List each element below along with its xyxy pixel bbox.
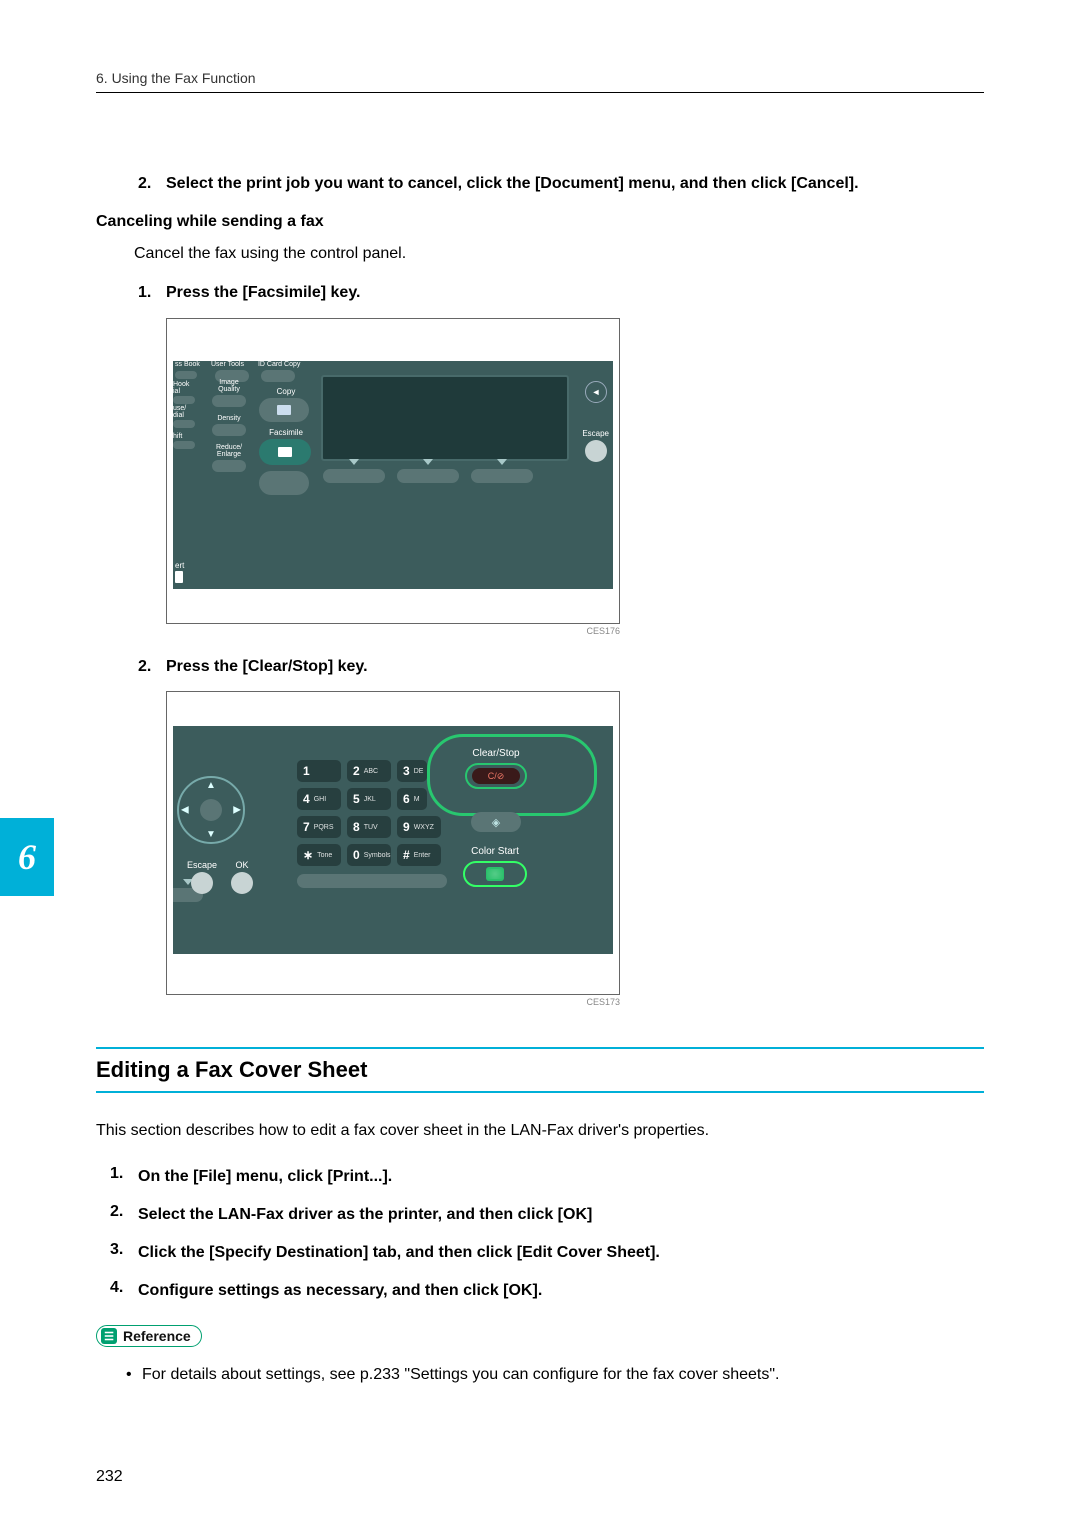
panel-label: Density [207,415,251,422]
figure-control-panel-1: User Tools ID Card Copy ss Book Hookial … [166,318,620,636]
running-header: 6. Using the Fax Function [96,70,984,93]
ok-button [231,872,253,894]
panel-label: ss Book [175,361,200,368]
key-9: 9WXYZ [397,816,441,838]
panel-softkey [471,469,533,483]
key-4: 4GHI [297,788,341,810]
step-text: Click the [Specify Destination] tab, and… [138,1241,660,1265]
step-text: Press the [Facsimile] key. [166,280,360,306]
key-7: 7PQRS [297,816,341,838]
panel-label: Escape [187,860,217,870]
key-0: 0Symbols [347,844,391,866]
color-start-button [463,861,527,887]
panel-button [175,371,197,379]
panel-bar [297,874,447,888]
step-text: Configure settings as necessary, and the… [138,1279,542,1303]
arrow-up-icon: ▲ [206,780,216,791]
bullet-icon: • [126,1363,142,1387]
figure-caption: CES176 [166,624,620,636]
panel-label: use/ [173,405,195,412]
panel-button [212,395,246,407]
panel-label: Clear/Stop [465,748,527,759]
bw-start-button: ◈ [471,812,521,832]
step-number: 2. [138,654,166,680]
escape-button [585,440,607,462]
escape-button [191,872,213,894]
step-number: 1. [110,1165,138,1189]
key-8: 8TUV [347,816,391,838]
panel-label: Enlarge [217,451,241,458]
key-6: 6M [397,788,427,810]
step-number: 4. [110,1279,138,1303]
panel-button [173,420,195,428]
step-number: 2. [110,1203,138,1227]
panel-label: Hook [173,381,195,388]
speaker-icon: ◄ [585,381,607,403]
panel-label: hift [173,433,195,440]
panel-softkey [323,469,385,483]
panel-button [212,424,246,436]
panel-label: Image [219,379,238,386]
page-number: 232 [96,1468,123,1486]
panel-softkey [397,469,459,483]
panel-label: Color Start [463,846,527,857]
facsimile-button [259,439,311,465]
panel-label: Escape [582,429,609,438]
panel-button [259,471,309,495]
panel-button [173,441,195,449]
key-hash: #Enter [397,844,441,866]
step-text: On the [File] menu, click [Print...]. [138,1165,392,1189]
panel-label: ID Card Copy [258,361,300,368]
panel-label: OK [231,860,253,870]
figure-control-panel-2: ▲ ▼ ◀ ▶ Escape OK 1 2ABC 3DE [166,691,620,1007]
key-3: 3DE [397,760,427,782]
panel-label: dial [173,412,195,419]
dpad: ▲ ▼ ◀ ▶ [177,776,245,844]
panel-screen [321,375,569,461]
keypad: 1 2ABC 3DE 4GHI 5JKL 6M 7PQRS 8TUV 9WXYZ [297,760,447,888]
panel-button [212,460,246,472]
panel-label: Quality [218,386,240,393]
step-text: Press the [Clear/Stop] key. [166,654,368,680]
copy-button [259,398,309,422]
panel-label: Facsimile [259,428,313,437]
sub-heading: Canceling while sending a fax [96,213,984,231]
reference-badge: ☰ Reference [96,1325,202,1347]
step-number: 1. [138,280,166,306]
step-number: 2. [138,171,166,197]
arrow-left-icon: ◀ [181,805,189,816]
panel-label: User Tools [211,361,244,368]
panel-label: Reduce/ [216,444,242,451]
body-text: This section describes how to edit a fax… [96,1119,984,1143]
arrow-down-icon: ▼ [206,829,216,840]
clear-stop-icon: C/⊘ [472,768,520,784]
key-1: 1 [297,760,341,782]
chapter-tab: 6 [0,818,54,896]
panel-label: Copy [259,387,313,396]
panel-label: ial [173,388,195,395]
step-text: Select the print job you want to cancel,… [166,171,859,197]
key-star: ∗Tone [297,844,341,866]
clear-stop-button: C/⊘ [465,763,527,789]
section-heading: Editing a Fax Cover Sheet [96,1057,984,1083]
bullet-text: For details about settings, see p.233 "S… [142,1363,780,1387]
reference-icon: ☰ [101,1328,117,1344]
panel-button [173,396,195,404]
step-number: 3. [110,1241,138,1265]
body-text: Cancel the fax using the control panel. [134,241,984,267]
step-text: Select the LAN-Fax driver as the printer… [138,1203,592,1227]
panel-label: ert [175,561,184,570]
reference-label: Reference [123,1328,191,1344]
figure-caption: CES173 [166,995,620,1007]
arrow-right-icon: ▶ [233,805,241,816]
key-2: 2ABC [347,760,391,782]
key-5: 5JKL [347,788,391,810]
